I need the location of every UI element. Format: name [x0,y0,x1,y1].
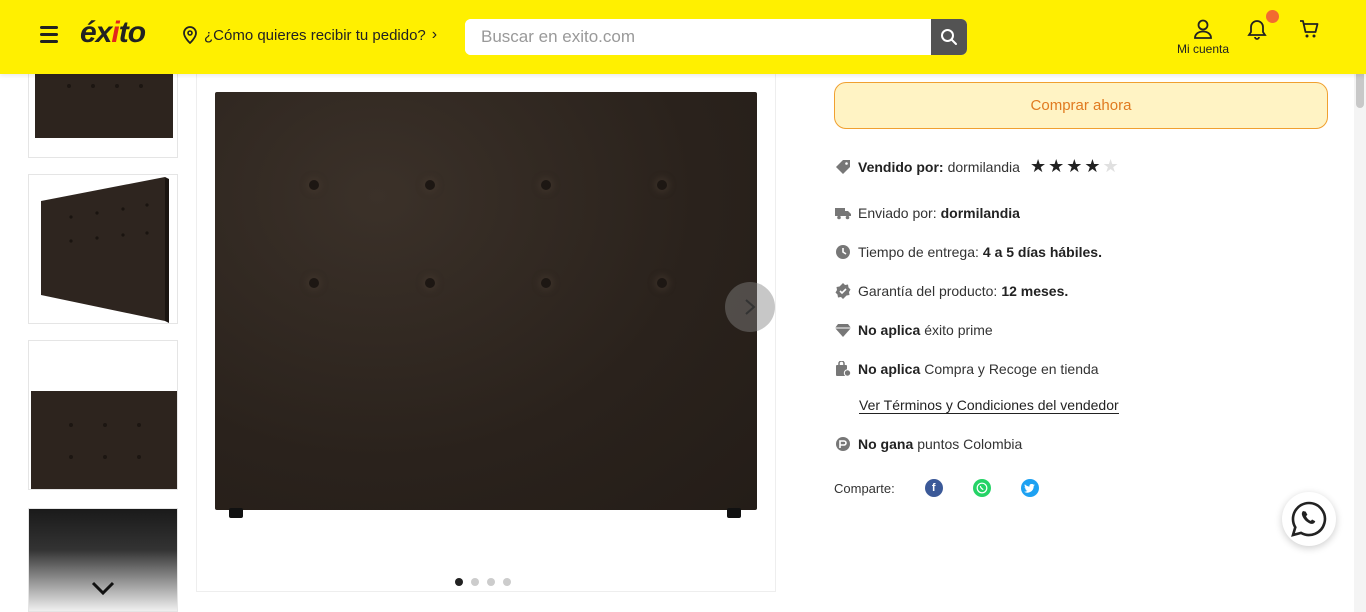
location-prompt: ¿Cómo quieres recibir tu pedido? [204,26,426,44]
star-icon: ★ [1066,156,1085,176]
whatsapp-icon [1291,501,1327,537]
delivery-value: 4 a 5 días hábiles. [982,244,1102,260]
carousel-dot[interactable] [503,578,511,586]
thumbnail-4[interactable] [28,508,178,612]
points-text: puntos Colombia [917,436,1023,452]
pickup-text: Compra y Recoge en tienda [924,361,1099,377]
points-row: No gana puntos Colombia [834,435,1022,453]
chevron-right-icon: › [431,26,438,43]
user-icon [1194,19,1212,39]
whatsapp-icon[interactable] [972,479,991,497]
cart-icon [1300,20,1319,38]
account-button[interactable]: Mi cuenta [1170,18,1236,56]
search-icon [941,29,957,45]
account-label: Mi cuenta [1176,42,1230,56]
prime-row: No aplica éxito prime [834,321,993,339]
carousel-dot[interactable] [455,578,463,586]
pickup-row: No aplica Compra y Recoge en tienda [834,360,1099,378]
delivery-label: Tiempo de entrega: [858,244,979,260]
bell-icon [1247,20,1267,40]
warranty-badge-icon [834,282,852,300]
search-input[interactable] [465,19,931,55]
thumbnail-1[interactable] [28,74,178,158]
points-status: No gana [858,436,914,452]
delivery-location-selector[interactable]: ¿Cómo quieres recibir tu pedido? › [182,26,437,44]
whatsapp-chat-button[interactable] [1282,492,1336,546]
seller-row: Vendido por: dormilandia ★ ★ ★ ★ ★ [834,156,1121,177]
site-header: éxito ¿Cómo quieres recibir tu pedido? ›… [0,0,1366,74]
warranty-row: Garantía del producto: 12 meses. [834,282,1072,300]
chevron-down-icon[interactable] [91,575,115,601]
prime-text: éxito prime [924,322,993,338]
tag-icon [834,158,852,176]
menu-icon[interactable] [40,26,58,44]
truck-icon [834,204,852,222]
thumbnail-2[interactable] [28,174,178,324]
page-scrollbar[interactable] [1354,0,1366,612]
carousel-dot[interactable] [487,578,495,586]
exito-logo[interactable]: éxito [80,16,146,50]
notifications-button[interactable] [1246,10,1279,45]
search-button[interactable] [931,19,967,55]
shipped-by-row: Enviado por: dormilandia [834,204,1024,222]
share-bar: Comparte: f [834,479,1039,497]
warranty-value: 12 meses. [1001,283,1069,299]
store-bag-icon [834,360,852,378]
star-icon: ★ [1048,156,1067,176]
star-icon: ★ [1102,156,1121,176]
sold-by-label: Vendido por: [858,158,944,175]
shipped-by-value: dormilandia [940,205,1020,221]
search-bar [465,19,967,55]
delivery-time-row: Tiempo de entrega: 4 a 5 días hábiles. [834,243,1106,261]
shipped-by-label: Enviado por: [858,205,937,221]
twitter-icon[interactable] [1020,479,1039,497]
chevron-right-icon [745,299,756,315]
sold-by-value[interactable]: dormilandia [948,159,1020,175]
facebook-icon[interactable]: f [924,479,943,497]
thumbnail-list [28,74,178,612]
prime-status: No aplica [858,322,921,338]
diamond-icon [834,321,852,339]
star-icon: ★ [1084,156,1103,176]
notification-badge [1266,10,1279,23]
puntos-colombia-icon [834,435,852,453]
headboard-image [215,92,757,510]
share-label: Comparte: [834,480,895,496]
cart-button[interactable] [1298,18,1320,45]
product-main-image [196,74,776,592]
carousel-dots [455,578,511,586]
seller-terms-link[interactable]: Ver Términos y Condiciones del vendedor [859,397,1119,414]
star-icon: ★ [1029,156,1049,176]
next-image-button[interactable] [725,282,775,332]
thumbnail-3[interactable] [28,340,178,490]
pickup-status: No aplica [858,361,921,377]
seller-rating: ★ ★ ★ ★ ★ [1030,156,1121,177]
clock-icon [834,243,852,261]
buy-now-button[interactable]: Comprar ahora [834,82,1328,129]
warranty-label: Garantía del producto: [858,283,998,299]
location-pin-icon [183,26,197,44]
carousel-dot[interactable] [471,578,479,586]
